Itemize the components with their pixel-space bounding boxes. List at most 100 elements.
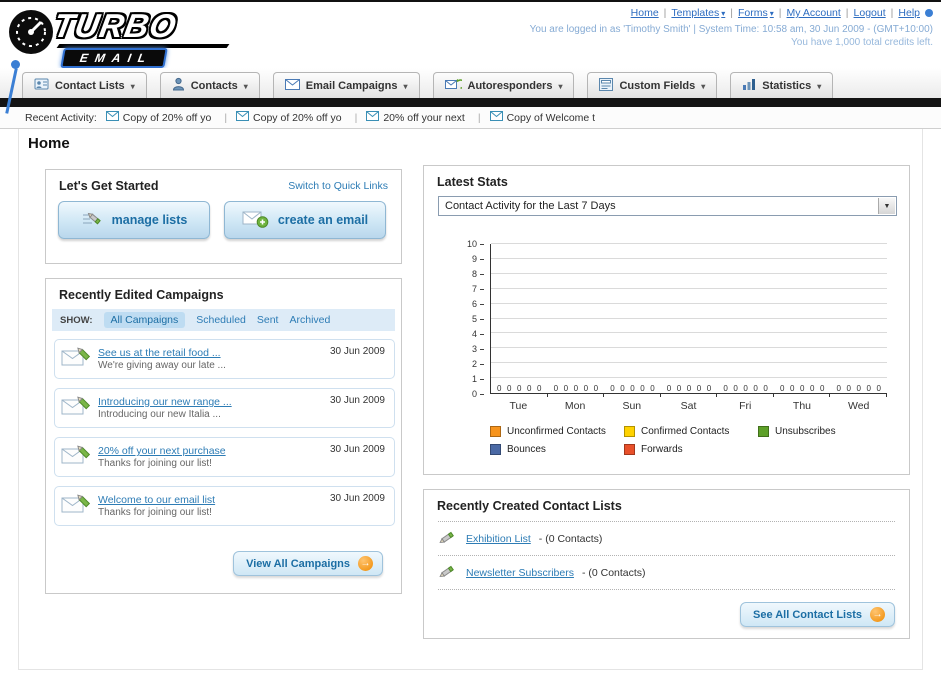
stats-period-value: Contact Activity for the Last 7 Days <box>445 200 616 212</box>
link-my-account[interactable]: My Account <box>787 7 841 19</box>
recent-activity-item[interactable]: Copy of 20% off yo <box>105 111 227 124</box>
link-logout[interactable]: Logout <box>854 7 886 19</box>
bar-column: 0 <box>536 244 543 393</box>
bar-value-label: 0 <box>686 384 692 393</box>
bar-column: 0 <box>676 244 683 393</box>
stats-period-select[interactable]: Contact Activity for the Last 7 Days <box>438 196 897 216</box>
tab-custom-fields[interactable]: Custom Fields <box>587 72 718 98</box>
bar-column: 0 <box>516 244 523 393</box>
create-email-button[interactable]: create an email <box>224 201 386 239</box>
see-all-contact-lists-button[interactable]: See All Contact Lists <box>739 602 895 627</box>
campaign-title-link[interactable]: Welcome to our email list <box>98 494 323 506</box>
logo-subtitle: EMAIL <box>60 48 169 68</box>
recent-activity-item[interactable]: 20% off your next <box>366 111 480 124</box>
campaign-title-link[interactable]: See us at the retail food ... <box>98 347 323 359</box>
recent-activity-item[interactable]: Copy of Welcome t <box>489 111 609 124</box>
filter-scheduled[interactable]: Scheduled <box>196 314 246 326</box>
campaigns-header: Recently Edited Campaigns <box>46 279 401 307</box>
separator <box>846 7 849 19</box>
gridline <box>491 257 887 259</box>
chart-y-axis: 10 9 8 7 6 5 4 3 2 1 0 <box>466 239 477 399</box>
campaign-title-link[interactable]: Introducing our new range ... <box>98 396 323 408</box>
tab-label: Autoresponders <box>467 79 553 92</box>
bar-column: 0 <box>552 244 559 393</box>
link-templates[interactable]: Templates <box>671 7 725 19</box>
link-forms[interactable]: Forms <box>738 7 774 19</box>
logo-title: TURBO <box>50 7 180 44</box>
envelope-icon <box>366 111 380 124</box>
recent-activity-label: Recent Activity: <box>25 111 97 124</box>
chart-day-group: 00000 <box>830 244 887 397</box>
view-all-campaigns-label: View All Campaigns <box>246 557 350 570</box>
chevron-down-icon <box>770 7 774 19</box>
filter-archived[interactable]: Archived <box>289 314 330 326</box>
bar-value-label: 0 <box>789 384 795 393</box>
gridline <box>491 377 887 379</box>
campaign-subtitle: Thanks for joining our list! <box>98 458 212 469</box>
envelope-icon <box>489 111 503 124</box>
main-nav: Contact Lists Contacts Email Campaigns A… <box>0 68 941 98</box>
bar-column: 0 <box>789 244 796 393</box>
bar-value-label: 0 <box>676 384 682 393</box>
bar-column: 0 <box>592 244 599 393</box>
bar-value-label: 0 <box>610 384 615 393</box>
bar-value-label: 0 <box>743 384 748 393</box>
campaign-date: 30 Jun 2009 <box>329 444 385 455</box>
bar-column: 0 <box>752 244 759 393</box>
bar-value-label: 0 <box>706 384 712 393</box>
tab-contacts[interactable]: Contacts <box>159 72 260 98</box>
contact-activity-chart: 10 9 8 7 6 5 4 3 2 1 0 000000000000000000000000000… <box>438 234 897 464</box>
bar-value-label: 0 <box>666 384 672 393</box>
filter-all-campaigns[interactable]: All Campaigns <box>103 312 186 328</box>
bar-column: 0 <box>572 244 579 393</box>
campaign-subtitle: We're giving away our late ... <box>98 360 226 371</box>
campaign-filters: SHOW: All Campaigns Scheduled Sent Archi… <box>52 309 395 331</box>
bar-column: 0 <box>649 244 656 393</box>
activity-item-label: Copy of Welcome t <box>506 111 596 124</box>
bar-value-label: 0 <box>527 384 532 393</box>
gridline <box>491 272 887 274</box>
tab-statistics[interactable]: Statistics <box>730 72 834 98</box>
link-help[interactable]: Help <box>898 7 920 19</box>
chart-day-group: 00000 <box>774 244 831 397</box>
credits-note: You have 1,000 total credits left. <box>791 37 933 48</box>
legend-color-swatch <box>758 426 769 437</box>
bar-value-label: 0 <box>846 384 851 393</box>
bar-column: 0 <box>619 244 626 393</box>
tab-label: Contacts <box>190 79 238 92</box>
switch-to-quick-links-link[interactable]: Switch to Quick Links <box>288 180 388 192</box>
stats-header: Latest Stats <box>424 166 909 194</box>
page-title: Home <box>28 135 70 152</box>
contact-list-count: - (0 Contacts) <box>538 532 603 545</box>
campaign-row: 20% off your next purchase Thanks for jo… <box>54 437 395 477</box>
filter-sent[interactable]: Sent <box>257 314 279 326</box>
tab-contact-lists[interactable]: Contact Lists <box>22 72 147 98</box>
chevron-down-icon <box>244 80 248 92</box>
help-dot-icon <box>925 9 933 17</box>
chevron-down-icon <box>701 80 705 92</box>
view-all-campaigns-button[interactable]: View All Campaigns <box>233 551 383 576</box>
recent-activity-item[interactable]: Copy of 20% off yo <box>236 111 357 124</box>
link-templates-label: Templates <box>671 7 720 19</box>
tab-label: Email Campaigns <box>305 79 398 92</box>
manage-lists-label: manage lists <box>111 213 188 227</box>
contact-list-link[interactable]: Newsletter Subscribers <box>466 567 574 579</box>
legend-label: Unsubscribes <box>775 426 836 437</box>
manage-lists-button[interactable]: manage lists <box>58 201 210 239</box>
envelope-icon <box>284 78 300 93</box>
get-started-buttons: manage lists create an email <box>58 201 386 239</box>
contact-list-link[interactable]: Exhibition List <box>466 533 531 545</box>
stats-title: Latest Stats <box>437 175 508 189</box>
campaign-title-link[interactable]: 20% off your next purchase <box>98 445 323 457</box>
bar-column: 0 <box>845 244 852 393</box>
link-home[interactable]: Home <box>631 7 659 19</box>
tab-email-campaigns[interactable]: Email Campaigns <box>272 72 420 98</box>
bar-value-label: 0 <box>876 384 881 393</box>
see-all-contact-lists-label: See All Contact Lists <box>752 608 862 621</box>
chart-legend: Unconfirmed Contacts Confirmed Contacts Un… <box>490 426 894 455</box>
tab-autoresponders[interactable]: Autoresponders <box>432 72 575 98</box>
chart-day-group: 00000 <box>661 244 718 397</box>
gridline <box>491 317 887 319</box>
bar-value-label: 0 <box>630 384 635 393</box>
gridline <box>491 243 887 244</box>
